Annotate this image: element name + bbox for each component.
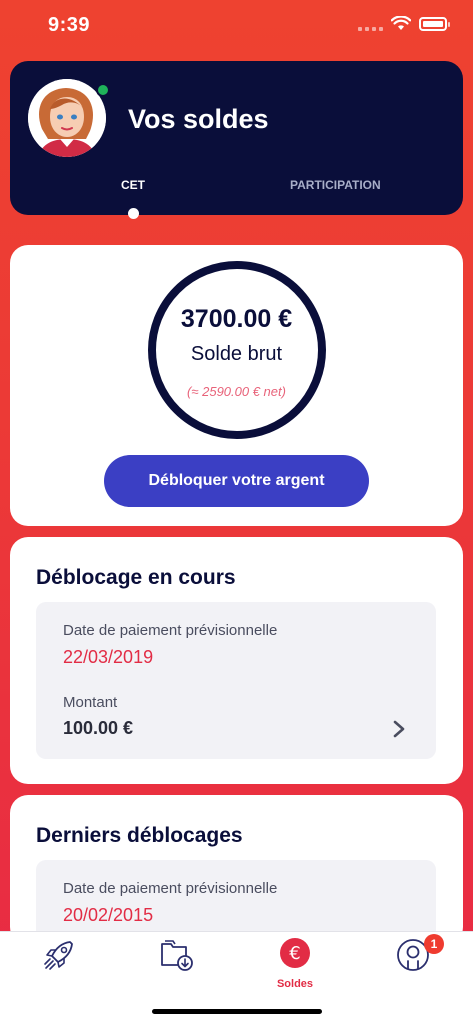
chevron-right-icon[interactable] (392, 720, 406, 738)
online-status-indicator (96, 83, 110, 97)
page-title: Vos soldes (128, 104, 269, 134)
tab-soldes-label: Soldes (276, 978, 314, 990)
amount-label: Montant (63, 694, 118, 711)
home-indicator (152, 1009, 322, 1014)
pending-unlock-card: Déblocage en cours Date de paiement prév… (10, 537, 463, 784)
amount-value: 100.00 € (63, 718, 134, 738)
balance-card: 3700.00 € Solde brut (≈ 2590.00 € net) D… (10, 245, 463, 526)
folder-download-icon (161, 940, 193, 971)
tab-participation[interactable]: PARTICIPATION (290, 178, 381, 192)
status-bar: 9:39 (0, 0, 473, 50)
tab-soldes[interactable]: € Soldes (265, 938, 325, 990)
recent-unlocks-card: Derniers déblocages Date de paiement pré… (10, 795, 463, 945)
tab-cet[interactable]: CET (121, 178, 145, 192)
active-tab-indicator (128, 208, 139, 219)
tab-documents[interactable] (147, 938, 207, 990)
pending-title: Déblocage en cours (36, 566, 236, 589)
rocket-icon (44, 941, 73, 970)
history-date-value: 20/02/2015 (63, 905, 154, 925)
balance-amount: 3700.00 € (180, 305, 293, 333)
wifi-icon (391, 16, 411, 30)
battery-icon (419, 16, 450, 31)
unlock-money-button[interactable]: Débloquer votre argent (104, 455, 369, 507)
payment-date-value: 22/03/2019 (63, 647, 154, 667)
pending-detail[interactable]: Date de paiement prévisionnelle 22/03/20… (36, 602, 436, 759)
tab-home[interactable] (29, 938, 89, 990)
history-title: Derniers déblocages (36, 824, 243, 847)
balance-net: (≈ 2590.00 € net) (187, 384, 286, 399)
history-date-label: Date de paiement prévisionnelle (63, 880, 278, 897)
payment-date-label: Date de paiement prévisionnelle (63, 622, 278, 639)
signal-icon (358, 17, 383, 31)
header-card: Vos soldes CET PARTICIPATION (10, 61, 463, 215)
avatar-illustration (28, 79, 106, 157)
status-time: 9:39 (48, 14, 91, 36)
balance-label: Solde brut (190, 343, 283, 365)
avatar[interactable] (28, 79, 106, 157)
notification-badge: 1 (424, 934, 444, 954)
euro-icon: € (280, 938, 310, 968)
status-icons (358, 16, 450, 31)
